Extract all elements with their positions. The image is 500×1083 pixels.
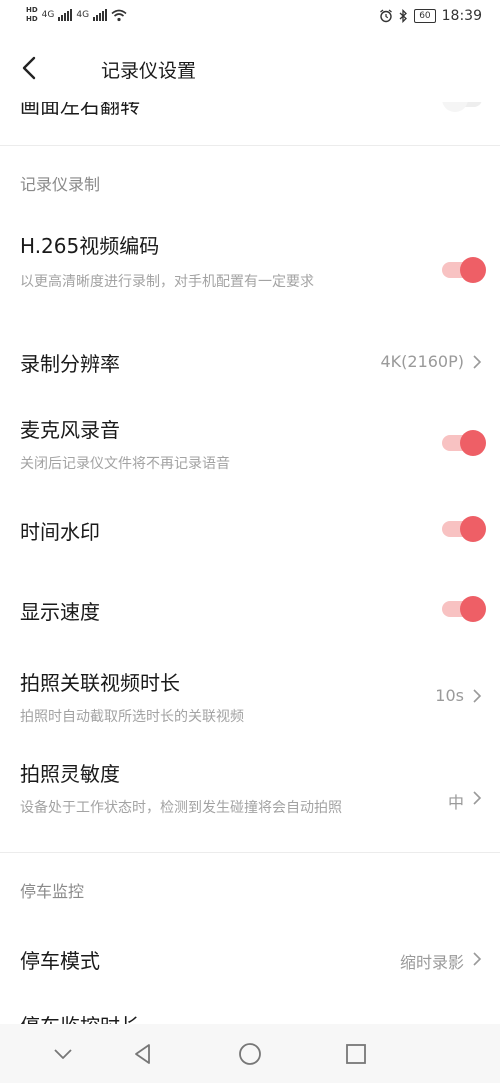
toggle-knob xyxy=(460,257,486,283)
setting-photo-sensitivity[interactable]: 拍照灵敏度 设备处于工作状态时，检测到发生碰撞将会自动拍照 中 xyxy=(0,758,500,838)
time-watermark-toggle[interactable] xyxy=(442,516,486,542)
setting-photo-sensitivity-title: 拍照灵敏度 xyxy=(20,762,120,786)
clock: 18:39 xyxy=(441,8,482,24)
divider xyxy=(0,145,500,146)
setting-h265-subtitle: 以更高清晰度进行录制，对手机配置有一定要求 xyxy=(20,274,314,290)
chevron-right-icon xyxy=(473,791,482,805)
status-right: 60 18:39 xyxy=(379,8,482,24)
wifi-icon xyxy=(111,9,127,21)
setting-microphone[interactable]: 麦克风录音 关闭后记录仪文件将不再记录语音 xyxy=(0,414,500,474)
alarm-icon xyxy=(380,9,393,23)
parking-mode-value: 缩时录影 xyxy=(399,953,464,972)
page-title: 记录仪设置 xyxy=(101,60,197,82)
chevron-right-icon xyxy=(473,689,482,703)
status-left: HD HD 4G 4G xyxy=(26,6,127,24)
toggle-knob xyxy=(460,516,486,542)
setting-parking-duration-title: 停车监控时长 xyxy=(20,1010,140,1024)
photo-sensitivity-value: 中 xyxy=(447,793,464,812)
settings-list[interactable]: 画面左右翻转 记录仪录制 H.265视频编码 以更高清晰度进行录制，对手机配置有… xyxy=(0,102,500,1024)
resolution-value: 4K(2160P) xyxy=(380,352,464,371)
recents-square-icon[interactable] xyxy=(344,1042,368,1066)
section-header-record: 记录仪录制 xyxy=(20,175,101,194)
chevron-right-icon xyxy=(473,355,482,369)
network-type-2: 4G xyxy=(76,10,90,20)
setting-photo-video-subtitle: 拍照时自动截取所选时长的关联视频 xyxy=(20,709,244,725)
setting-time-watermark[interactable]: 时间水印 xyxy=(0,516,500,546)
setting-show-speed[interactable]: 显示速度 xyxy=(0,596,500,626)
setting-h265[interactable]: H.265视频编码 以更高清晰度进行录制，对手机配置有一定要求 xyxy=(0,230,500,320)
setting-photo-video-duration[interactable]: 拍照关联视频时长 拍照时自动截取所选时长的关联视频 10s xyxy=(0,667,500,727)
toggle-knob xyxy=(460,596,486,622)
setting-resolution-title: 录制分辨率 xyxy=(20,352,120,376)
title-bar: 记录仪设置 xyxy=(0,36,500,102)
signal-icon xyxy=(58,9,73,21)
setting-photo-sensitivity-subtitle: 设备处于工作状态时，检测到发生碰撞将会自动拍照 xyxy=(20,800,342,816)
setting-parking-mode[interactable]: 停车模式 缩时录影 xyxy=(0,945,500,975)
setting-show-speed-title: 显示速度 xyxy=(20,600,100,624)
chevron-down-icon[interactable] xyxy=(51,1042,75,1066)
photo-video-value: 10s xyxy=(435,686,464,705)
setting-parking-mode-title: 停车模式 xyxy=(20,949,100,973)
setting-photo-video-title: 拍照关联视频时长 xyxy=(20,671,180,695)
setting-time-watermark-title: 时间水印 xyxy=(20,520,100,544)
setting-microphone-subtitle: 关闭后记录仪文件将不再记录语音 xyxy=(20,456,230,472)
divider xyxy=(0,852,500,853)
hd-indicator: HD HD xyxy=(26,6,38,23)
setting-mirror-title: 画面左右翻转 xyxy=(20,102,140,118)
bluetooth-icon xyxy=(399,9,408,23)
battery-icon: 60 xyxy=(414,9,436,23)
status-bar: HD HD 4G 4G 60 18:39 xyxy=(0,0,500,36)
home-circle-icon[interactable] xyxy=(238,1042,262,1066)
show-speed-toggle[interactable] xyxy=(442,596,486,622)
setting-microphone-title: 麦克风录音 xyxy=(20,418,120,442)
section-header-parking: 停车监控 xyxy=(20,882,85,901)
back-arrow-icon[interactable] xyxy=(16,54,44,82)
setting-mirror[interactable]: 画面左右翻转 xyxy=(0,102,500,146)
microphone-toggle[interactable] xyxy=(442,430,486,456)
system-nav-bar xyxy=(0,1024,500,1083)
signal-icon-2 xyxy=(93,9,108,21)
back-triangle-icon[interactable] xyxy=(131,1042,155,1066)
setting-resolution[interactable]: 录制分辨率 4K(2160P) xyxy=(0,348,500,378)
chevron-right-icon xyxy=(473,952,482,966)
h265-toggle[interactable] xyxy=(442,257,486,283)
mirror-toggle[interactable] xyxy=(442,102,486,112)
network-type-1: 4G xyxy=(41,10,55,20)
setting-h265-title: H.265视频编码 xyxy=(20,234,160,258)
toggle-knob xyxy=(460,430,486,456)
toggle-knob xyxy=(442,102,468,112)
setting-parking-duration[interactable]: 停车监控时长 xyxy=(0,1010,500,1024)
